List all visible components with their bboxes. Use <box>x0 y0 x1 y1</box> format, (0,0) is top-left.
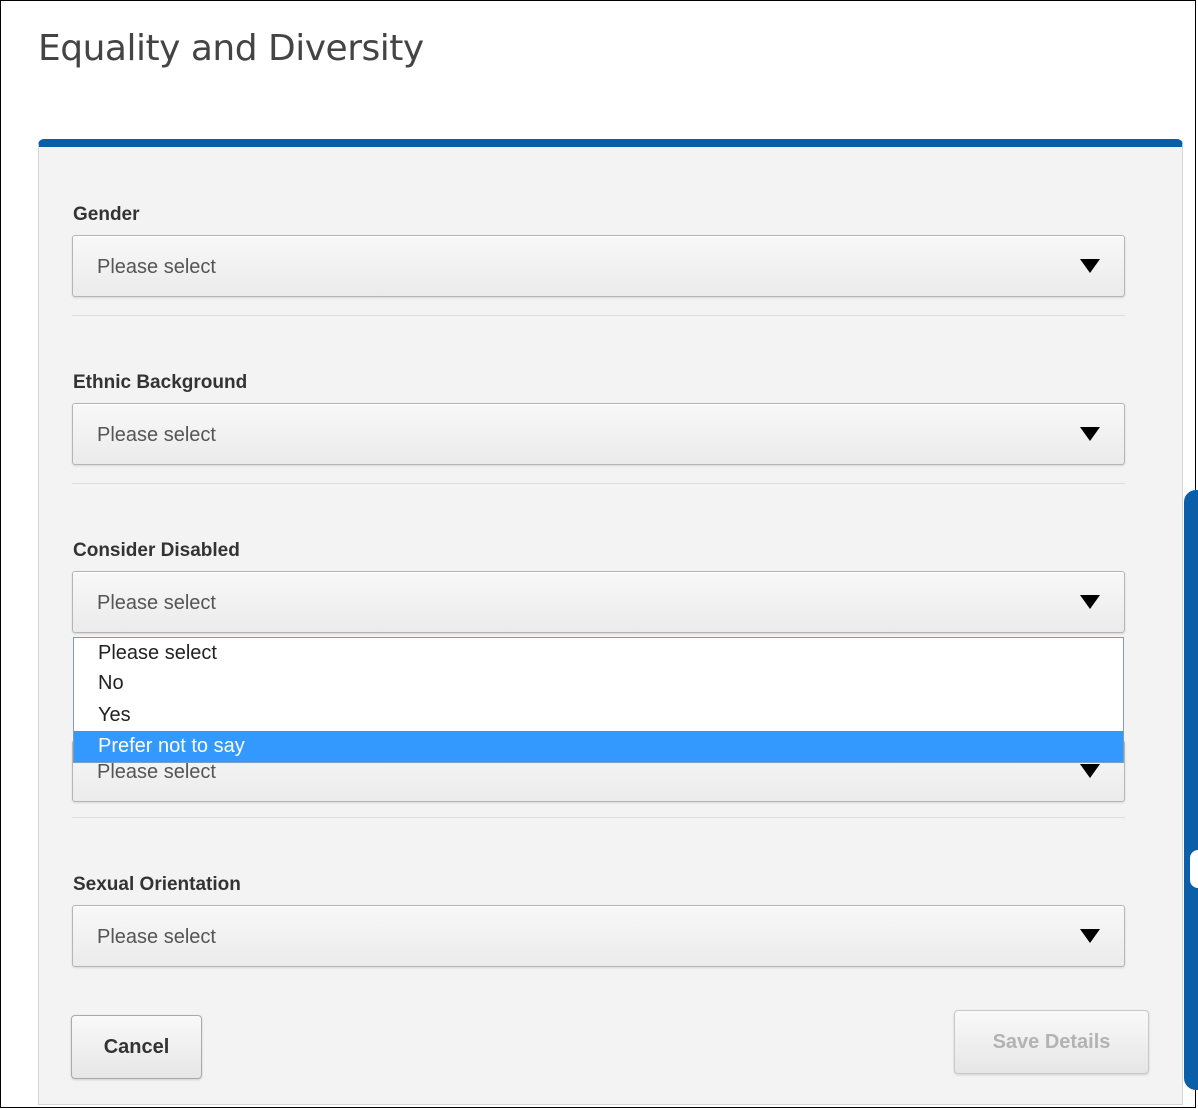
field-divider <box>72 817 1125 818</box>
ethnic-background-select-value: Please select <box>97 424 216 446</box>
gender-select-value: Please select <box>97 256 216 278</box>
ethnic-background-select[interactable]: Please select <box>72 403 1125 465</box>
dropdown-option-prefer-not-to-say[interactable]: Prefer not to say <box>74 731 1123 762</box>
save-details-button[interactable]: Save Details <box>954 1010 1149 1074</box>
caret-down-icon <box>1080 595 1100 609</box>
dropdown-option-yes[interactable]: Yes <box>74 700 1123 731</box>
sexual-orientation-select-value: Please select <box>97 926 216 948</box>
gender-select[interactable]: Please select <box>72 235 1125 297</box>
form-panel: Gender Please select Ethnic Background P… <box>38 139 1183 1105</box>
field-divider <box>72 483 1125 484</box>
consider-disabled-label: Consider Disabled <box>73 540 240 561</box>
consider-disabled-select[interactable]: Please select <box>72 571 1125 633</box>
side-accent-bar <box>1184 490 1198 1090</box>
cancel-button[interactable]: Cancel <box>71 1015 202 1079</box>
caret-down-icon <box>1080 929 1100 943</box>
caret-down-icon <box>1080 259 1100 273</box>
field-divider <box>72 315 1125 316</box>
ethnic-background-label: Ethnic Background <box>73 372 248 393</box>
consider-disabled-select-value: Please select <box>97 592 216 614</box>
consider-disabled-dropdown-list[interactable]: Please select No Yes Prefer not to say <box>73 637 1124 763</box>
sexual-orientation-label: Sexual Orientation <box>73 874 241 895</box>
gender-label: Gender <box>73 204 140 225</box>
side-accent-notch <box>1190 850 1198 888</box>
page-title: Equality and Diversity <box>38 28 424 69</box>
caret-down-icon <box>1080 764 1100 778</box>
sexual-orientation-select[interactable]: Please select <box>72 905 1125 967</box>
dropdown-option-please-select[interactable]: Please select <box>74 638 1123 669</box>
caret-down-icon <box>1080 427 1100 441</box>
obscured-select-value: Please select <box>97 761 216 783</box>
dropdown-option-no[interactable]: No <box>74 668 1123 699</box>
